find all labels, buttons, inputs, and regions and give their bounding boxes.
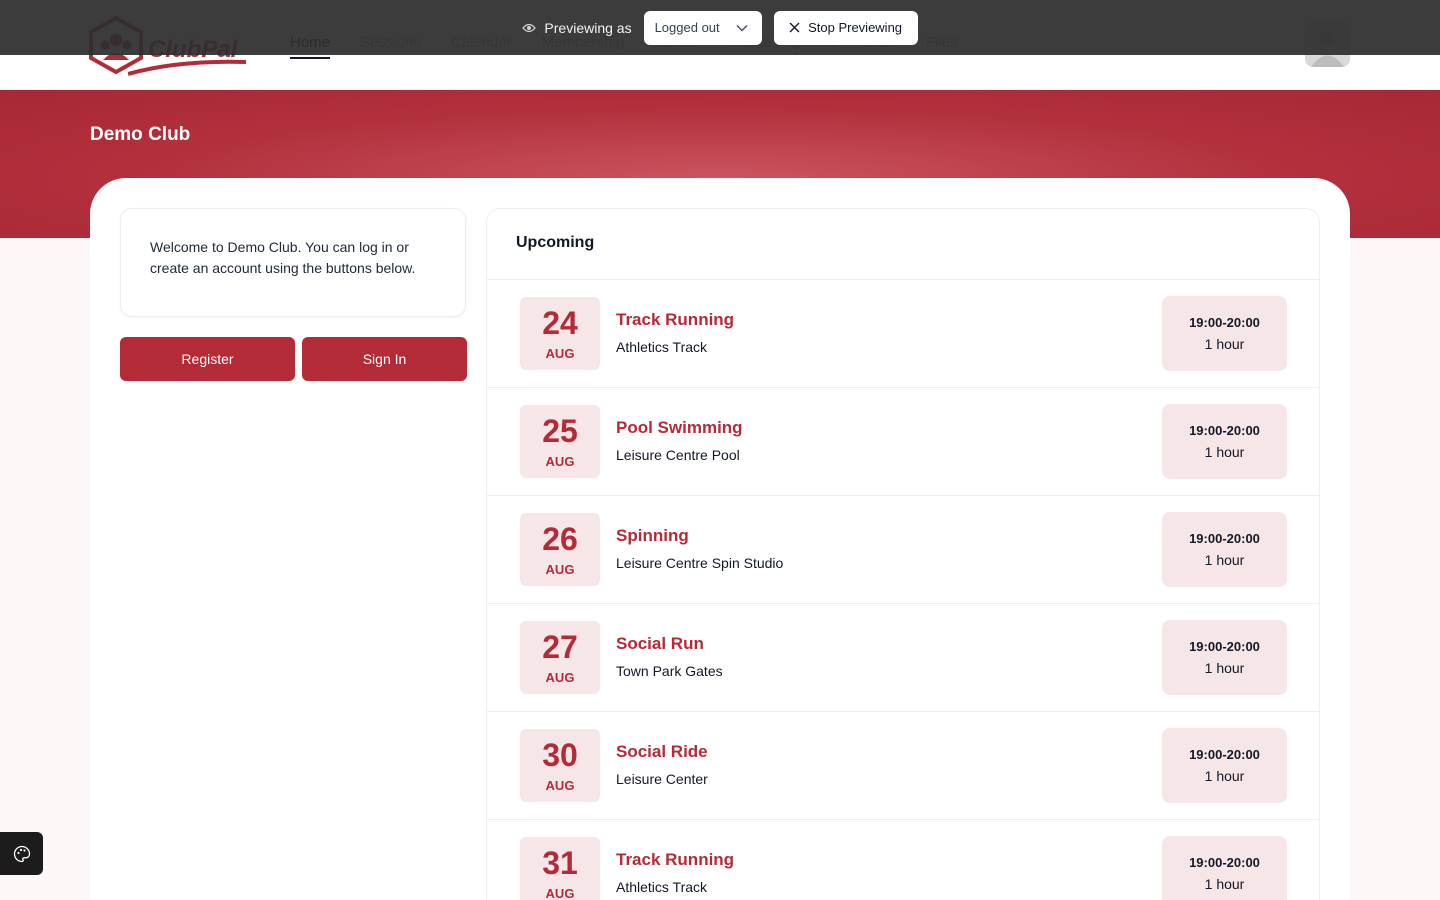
auth-buttons: Register Sign In — [120, 337, 467, 381]
event-time: 19:00-20:00 1 hour — [1162, 404, 1287, 479]
event-time: 19:00-20:00 1 hour — [1162, 512, 1287, 587]
event-date: 27 AUG — [520, 621, 600, 694]
event-row[interactable]: 27 AUG Social Run Town Park Gates 19:00-… — [487, 604, 1319, 712]
eye-icon — [522, 23, 537, 32]
event-time-range: 19:00-20:00 — [1189, 855, 1260, 870]
event-duration: 1 hour — [1204, 768, 1245, 784]
upcoming-title: Upcoming — [487, 209, 1319, 280]
event-info: Spinning Leisure Centre Spin Studio — [616, 526, 783, 571]
event-day: 27 — [542, 629, 578, 665]
chevron-down-icon — [736, 24, 748, 32]
event-time-range: 19:00-20:00 — [1189, 747, 1260, 762]
event-title[interactable]: Track Running — [616, 850, 734, 870]
event-month: AUG — [545, 778, 575, 793]
club-title: Demo Club — [90, 124, 191, 145]
event-title[interactable]: Spinning — [616, 526, 783, 546]
preview-role-value: Logged out — [654, 20, 720, 35]
stop-previewing-button[interactable]: Stop Previewing — [773, 10, 918, 45]
event-location: Athletics Track — [616, 339, 708, 355]
register-button[interactable]: Register — [120, 337, 295, 381]
event-row[interactable]: 26 AUG Spinning Leisure Centre Spin Stud… — [487, 496, 1319, 604]
event-info: Track Running Athletics Track — [616, 850, 734, 895]
main-content-card: Welcome to Demo Club. You can log in or … — [90, 178, 1350, 900]
event-date: 30 AUG — [520, 729, 600, 802]
event-day: 25 — [542, 413, 578, 449]
event-title[interactable]: Pool Swimming — [616, 418, 743, 438]
event-date: 31 AUG — [520, 837, 600, 900]
event-location: Leisure Centre Pool — [616, 447, 740, 463]
event-time-range: 19:00-20:00 — [1189, 315, 1260, 330]
event-date: 25 AUG — [520, 405, 600, 478]
event-row[interactable]: 30 AUG Social Ride Leisure Center 19:00-… — [487, 712, 1319, 820]
theme-toggle-button[interactable] — [0, 832, 43, 875]
event-month: AUG — [545, 346, 575, 361]
event-day: 24 — [542, 305, 578, 341]
event-row[interactable]: 24 AUG Track Running Athletics Track 19:… — [487, 280, 1319, 388]
event-time: 19:00-20:00 1 hour — [1162, 296, 1287, 371]
preview-label: Previewing as — [522, 19, 632, 36]
event-row[interactable]: 25 AUG Pool Swimming Leisure Centre Pool… — [487, 388, 1319, 496]
event-location: Leisure Center — [616, 771, 708, 787]
event-duration: 1 hour — [1204, 444, 1245, 460]
event-info: Pool Swimming Leisure Centre Pool — [616, 418, 743, 463]
event-duration: 1 hour — [1204, 660, 1245, 676]
event-row[interactable]: 31 AUG Track Running Athletics Track 19:… — [487, 820, 1319, 900]
event-time: 19:00-20:00 1 hour — [1162, 620, 1287, 695]
event-month: AUG — [545, 886, 575, 900]
event-title[interactable]: Track Running — [616, 310, 734, 330]
event-month: AUG — [545, 454, 575, 469]
welcome-message: Welcome to Demo Club. You can log in or … — [120, 208, 466, 317]
event-month: AUG — [545, 562, 575, 577]
event-time: 19:00-20:00 1 hour — [1162, 836, 1287, 900]
upcoming-panel: Upcoming 24 AUG Track Running Athletics … — [486, 208, 1320, 900]
event-info: Social Run Town Park Gates — [616, 634, 723, 679]
preview-bar: Previewing as Logged out Stop Previewing — [0, 0, 1440, 55]
preview-label-text: Previewing as — [544, 19, 632, 36]
event-day: 31 — [542, 845, 578, 881]
event-duration: 1 hour — [1204, 876, 1245, 892]
logo-swoosh-icon — [128, 59, 246, 76]
event-location: Leisure Centre Spin Studio — [616, 555, 784, 571]
event-date: 24 AUG — [520, 297, 600, 370]
event-day: 26 — [542, 521, 578, 557]
event-duration: 1 hour — [1204, 336, 1245, 352]
event-title[interactable]: Social Ride — [616, 742, 708, 762]
palette-icon — [13, 845, 30, 862]
event-duration: 1 hour — [1204, 552, 1245, 568]
event-day: 30 — [542, 737, 578, 773]
event-info: Social Ride Leisure Center — [616, 742, 708, 787]
preview-role-select[interactable]: Logged out — [643, 10, 762, 45]
event-time: 19:00-20:00 1 hour — [1162, 728, 1287, 803]
event-month: AUG — [545, 670, 575, 685]
event-time-range: 19:00-20:00 — [1189, 423, 1260, 438]
close-icon — [789, 22, 800, 33]
stop-previewing-label: Stop Previewing — [808, 20, 903, 35]
sign-in-button[interactable]: Sign In — [302, 337, 467, 381]
event-date: 26 AUG — [520, 513, 600, 586]
event-title[interactable]: Social Run — [616, 634, 723, 654]
event-info: Track Running Athletics Track — [616, 310, 734, 355]
event-time-range: 19:00-20:00 — [1189, 639, 1260, 654]
event-location: Town Park Gates — [616, 663, 723, 679]
event-location: Athletics Track — [616, 879, 708, 895]
event-time-range: 19:00-20:00 — [1189, 531, 1260, 546]
